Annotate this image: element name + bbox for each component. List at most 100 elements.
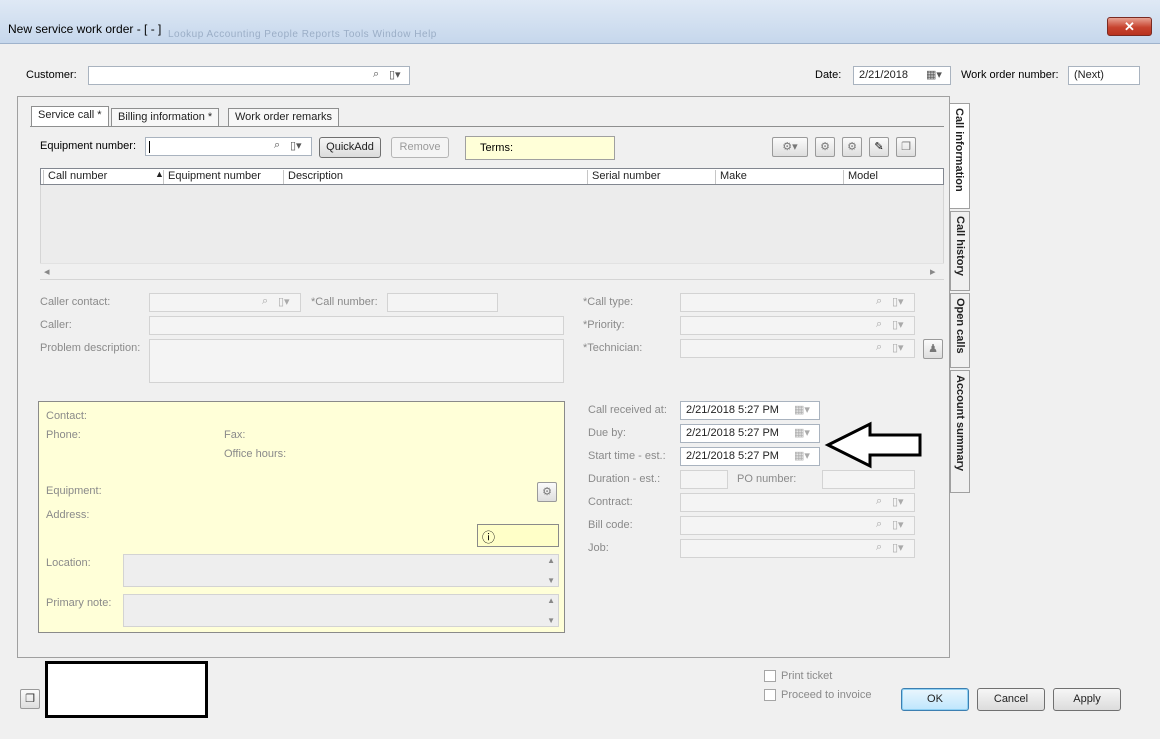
proceed-to-invoice-checkbox[interactable] xyxy=(764,689,776,701)
customer-field[interactable]: ⌕ ▯▾ xyxy=(88,66,410,85)
start-time-field[interactable]: 2/21/2018 5:27 PM ▦▾ xyxy=(680,447,820,466)
priority-field[interactable]: ⌕ ▯▾ xyxy=(680,316,915,335)
call-received-label: Call received at: xyxy=(588,404,667,416)
terms-label: Terms: xyxy=(480,142,513,154)
side-tab-open-calls[interactable]: Open calls xyxy=(950,293,970,368)
copy-icon[interactable]: ❐ xyxy=(20,689,40,709)
background-menu-bar: Lookup Accounting People Reports Tools W… xyxy=(168,29,437,40)
bill-code-field[interactable]: ⌕ ▯▾ xyxy=(680,516,915,535)
scroll-left-icon[interactable]: ◂ xyxy=(44,265,50,278)
calendar-icon[interactable]: ▦▾ xyxy=(794,403,810,416)
caller-contact-field[interactable]: ⌕ ▯▾ xyxy=(149,293,301,312)
side-tab-call-history[interactable]: Call history xyxy=(950,211,970,291)
column-call-number[interactable]: Call number xyxy=(43,170,163,184)
due-by-field[interactable]: 2/21/2018 5:27 PM ▦▾ xyxy=(680,424,820,443)
work-order-number-label: Work order number: xyxy=(961,69,1059,81)
equipment-number-field[interactable]: ⌕ ▯▾ xyxy=(145,137,312,156)
tab-billing-information[interactable]: Billing information * xyxy=(111,108,220,127)
ok-button[interactable]: OK xyxy=(901,688,969,711)
annotation-arrow-icon xyxy=(824,421,922,469)
search-icon[interactable]: ⌕ xyxy=(876,318,882,331)
info-tooltip-box[interactable]: ⓘ xyxy=(477,524,559,547)
calendar-icon[interactable]: ▦▾ xyxy=(794,449,810,462)
close-button[interactable]: ✕ xyxy=(1107,17,1152,36)
phone-label: Phone: xyxy=(46,429,81,441)
search-icon[interactable]: ⌕ xyxy=(876,295,882,308)
tab-service-call[interactable]: Service call * xyxy=(31,106,109,127)
call-received-field[interactable]: 2/21/2018 5:27 PM ▦▾ xyxy=(680,401,820,420)
lookup-menu-icon[interactable]: ▯▾ xyxy=(389,68,401,81)
side-tab-account-summary[interactable]: Account summary xyxy=(950,370,970,493)
technician-label: *Technician: xyxy=(583,342,643,354)
date-field[interactable]: 2/21/2018 ▦▾ xyxy=(853,66,951,85)
attachment-icon[interactable]: ✎ xyxy=(869,137,889,157)
location-field[interactable]: ▲ ▼ xyxy=(123,554,559,587)
contact-info-panel: Contact: Phone: Fax: Office hours: Equip… xyxy=(38,401,565,633)
lookup-menu-icon[interactable]: ▯▾ xyxy=(892,295,904,308)
lookup-menu-icon[interactable]: ▯▾ xyxy=(892,495,904,508)
search-icon[interactable]: ⌕ xyxy=(876,341,882,354)
remove-button[interactable]: Remove xyxy=(391,137,449,158)
equipment-actions-icon[interactable]: ⚙▾ xyxy=(772,137,808,157)
gear-icon[interactable]: ⚙ xyxy=(815,137,835,157)
side-tab-call-information[interactable]: Call information xyxy=(950,103,970,209)
lookup-menu-icon[interactable]: ▯▾ xyxy=(892,341,904,354)
horizontal-scrollbar[interactable]: ◂ ▸ xyxy=(40,263,944,279)
scroll-down-icon[interactable]: ▼ xyxy=(547,616,555,625)
primary-note-field[interactable]: ▲ ▼ xyxy=(123,594,559,627)
lookup-menu-icon[interactable]: ▯▾ xyxy=(892,318,904,331)
office-hours-label: Office hours: xyxy=(224,448,287,460)
call-number-field[interactable] xyxy=(387,293,498,312)
search-icon[interactable]: ⌕ xyxy=(274,139,280,152)
search-icon[interactable]: ⌕ xyxy=(876,518,882,531)
quickadd-button[interactable]: QuickAdd xyxy=(319,137,381,158)
tab-work-order-remarks[interactable]: Work order remarks xyxy=(228,108,339,127)
terms-box: Terms: xyxy=(465,136,615,160)
start-time-label: Start time - est.: xyxy=(588,450,666,462)
scroll-up-icon[interactable]: ▲ xyxy=(547,556,555,565)
caller-label: Caller: xyxy=(40,319,72,331)
search-icon[interactable]: ⌕ xyxy=(373,68,379,81)
search-icon[interactable]: ⌕ xyxy=(262,295,268,308)
work-order-number-field[interactable]: (Next) xyxy=(1068,66,1140,85)
lookup-menu-icon[interactable]: ▯▾ xyxy=(892,518,904,531)
scroll-up-icon[interactable]: ▲ xyxy=(547,596,555,605)
duration-label: Duration - est.: xyxy=(588,473,661,485)
lookup-menu-icon[interactable]: ▯▾ xyxy=(278,295,290,308)
technician-field[interactable]: ⌕ ▯▾ xyxy=(680,339,915,358)
info-icon[interactable]: ⓘ xyxy=(482,527,495,546)
cancel-button[interactable]: Cancel xyxy=(977,688,1045,711)
lookup-menu-icon[interactable]: ▯▾ xyxy=(892,541,904,554)
print-ticket-label: Print ticket xyxy=(781,670,833,682)
job-field[interactable]: ⌕ ▯▾ xyxy=(680,539,915,558)
scroll-right-icon[interactable]: ▸ xyxy=(930,265,936,278)
duration-field[interactable] xyxy=(680,470,728,489)
column-model[interactable]: Model xyxy=(843,170,943,184)
caller-field[interactable] xyxy=(149,316,564,335)
tab-divider xyxy=(30,126,944,127)
date-label: Date: xyxy=(815,69,842,81)
calendar-icon[interactable]: ▦▾ xyxy=(926,68,942,81)
technician-person-icon[interactable]: ♟ xyxy=(923,339,943,359)
gear-remove-icon[interactable]: ⚙ xyxy=(842,137,862,157)
search-icon[interactable]: ⌕ xyxy=(876,495,882,508)
po-number-field[interactable] xyxy=(822,470,915,489)
contract-field[interactable]: ⌕ ▯▾ xyxy=(680,493,915,512)
equipment-label: Equipment: xyxy=(46,485,102,497)
equipment-gear-icon[interactable]: ⚙ xyxy=(537,482,557,502)
print-ticket-checkbox[interactable] xyxy=(764,670,776,682)
problem-description-field[interactable] xyxy=(149,339,564,383)
contract-label: Contract: xyxy=(588,496,633,508)
copy-icon[interactable]: ❐ xyxy=(896,137,916,157)
calendar-icon[interactable]: ▦▾ xyxy=(794,426,810,439)
column-serial-number[interactable]: Serial number xyxy=(587,170,715,184)
lookup-menu-icon[interactable]: ▯▾ xyxy=(290,139,302,152)
column-equipment-number[interactable]: Equipment number xyxy=(163,170,283,184)
location-label: Location: xyxy=(46,557,91,569)
apply-button[interactable]: Apply xyxy=(1053,688,1121,711)
call-type-field[interactable]: ⌕ ▯▾ xyxy=(680,293,915,312)
column-make[interactable]: Make xyxy=(715,170,843,184)
scroll-down-icon[interactable]: ▼ xyxy=(547,576,555,585)
search-icon[interactable]: ⌕ xyxy=(876,541,882,554)
column-description[interactable]: Description xyxy=(283,170,591,184)
